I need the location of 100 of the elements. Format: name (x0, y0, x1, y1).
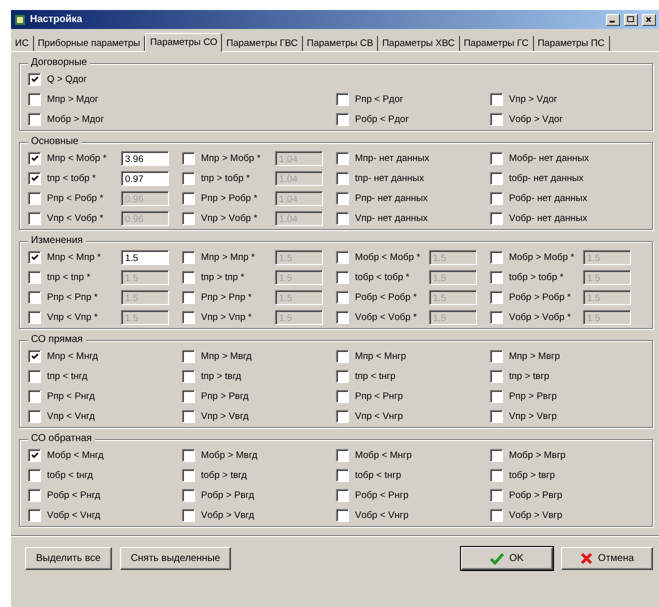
checkbox[interactable] (28, 92, 41, 106)
checkbox[interactable] (28, 270, 41, 284)
checkbox[interactable] (28, 410, 41, 422)
checkbox[interactable] (490, 192, 503, 204)
checkbox[interactable] (336, 410, 349, 422)
checkbox[interactable] (28, 172, 41, 184)
checkbox-label: Мпр > Мобр * (201, 152, 262, 164)
checkbox[interactable] (182, 172, 195, 184)
tab[interactable]: Параметры СО (145, 33, 222, 52)
checkbox-label: tобр < tобр * (355, 272, 410, 282)
checkbox[interactable] (336, 350, 349, 362)
checkbox[interactable] (182, 468, 195, 482)
checkbox-label: tобр > tвгд (201, 470, 247, 480)
checkbox[interactable] (490, 410, 503, 422)
minimize-icon[interactable] (606, 14, 620, 26)
tab[interactable]: Параметры СВ (302, 36, 378, 51)
checkbox[interactable] (182, 448, 195, 462)
maximize-icon[interactable] (624, 14, 638, 26)
checkbox[interactable] (490, 92, 503, 106)
checkbox[interactable] (336, 390, 349, 402)
checkbox[interactable] (490, 172, 503, 184)
checkbox[interactable] (490, 112, 503, 126)
action-button[interactable]: Снять выделенные (120, 547, 232, 570)
checkbox[interactable] (336, 112, 349, 126)
checkbox[interactable] (182, 410, 195, 422)
checkbox-label: Pобр > Pобр * (509, 292, 572, 302)
group-title: Основные (28, 136, 82, 147)
checkbox[interactable] (490, 448, 503, 462)
checkbox-label: Pобр < Pдог (355, 114, 409, 124)
checkbox[interactable] (28, 290, 41, 304)
checkbox[interactable] (182, 270, 195, 284)
checkbox[interactable] (490, 152, 503, 164)
checkbox-label: Vобр > Vвгр (509, 510, 562, 520)
checkbox[interactable] (28, 350, 41, 362)
checkbox[interactable] (490, 212, 503, 224)
tab[interactable]: Приборные параметры (34, 36, 146, 51)
input-field[interactable]: 1.5 (121, 250, 169, 264)
checkbox[interactable] (336, 92, 349, 106)
checkbox[interactable] (490, 290, 503, 304)
checkbox[interactable] (182, 370, 195, 382)
checkbox[interactable] (336, 370, 349, 382)
checkbox[interactable] (28, 488, 41, 502)
checkbox-label: Мпр > Мпр * (201, 252, 256, 262)
group-title: СО обратная (28, 433, 95, 444)
checkbox[interactable] (336, 192, 349, 204)
checkbox[interactable] (490, 488, 503, 502)
checkbox-label: tпр < tнгр (355, 370, 396, 382)
checkbox[interactable] (28, 390, 41, 402)
checkbox[interactable] (336, 290, 349, 304)
tab[interactable]: Параметры ГС (460, 36, 534, 51)
checkbox[interactable] (490, 350, 503, 362)
checkbox[interactable] (336, 250, 349, 264)
close-icon[interactable] (642, 14, 656, 26)
cancel-button[interactable]: Отмена (561, 547, 653, 570)
checkbox[interactable] (336, 212, 349, 224)
checkbox[interactable] (490, 250, 503, 264)
checkbox[interactable] (182, 192, 195, 204)
checkbox[interactable] (28, 212, 41, 224)
checkbox[interactable] (182, 152, 195, 164)
checkbox[interactable] (336, 468, 349, 482)
checkbox[interactable] (28, 72, 41, 86)
checkbox[interactable] (336, 172, 349, 184)
checkbox[interactable] (182, 488, 195, 502)
checkbox[interactable] (182, 250, 195, 264)
checkbox[interactable] (182, 508, 195, 522)
checkbox[interactable] (28, 508, 41, 522)
checkbox[interactable] (182, 350, 195, 362)
action-button[interactable]: Выделить все (25, 547, 112, 570)
checkmark-icon (30, 154, 38, 162)
checkbox[interactable] (336, 488, 349, 502)
checkbox[interactable] (28, 468, 41, 482)
checkbox[interactable] (490, 508, 503, 522)
checkbox-label: Vпр > Vобр * (201, 212, 258, 224)
checkbox[interactable] (28, 370, 41, 382)
checkmark-icon (490, 552, 504, 564)
ok-button[interactable]: OK (461, 547, 553, 570)
checkbox[interactable] (28, 152, 41, 164)
checkbox[interactable] (336, 270, 349, 284)
checkbox[interactable] (182, 212, 195, 224)
checkbox[interactable] (490, 270, 503, 284)
checkbox[interactable] (182, 290, 195, 304)
input-field[interactable]: 0.97 (121, 170, 169, 186)
checkbox[interactable] (490, 390, 503, 402)
checkbox[interactable] (336, 508, 349, 522)
checkbox[interactable] (182, 310, 195, 324)
checkbox-label: Pобр- нет данных (509, 192, 588, 204)
checkbox[interactable] (490, 310, 503, 324)
checkbox[interactable] (336, 448, 349, 462)
checkbox[interactable] (28, 192, 41, 204)
tab[interactable]: Параметры ПС (534, 36, 610, 51)
checkbox[interactable] (336, 152, 349, 164)
checkbox[interactable] (182, 390, 195, 402)
input-field[interactable]: 3.96 (121, 150, 169, 166)
checkbox[interactable] (490, 468, 503, 482)
checkbox[interactable] (336, 310, 349, 324)
checkbox[interactable] (490, 370, 503, 382)
checkbox[interactable] (28, 250, 41, 264)
checkbox[interactable] (28, 112, 41, 126)
checkbox[interactable] (28, 310, 41, 324)
checkbox[interactable] (28, 448, 41, 462)
